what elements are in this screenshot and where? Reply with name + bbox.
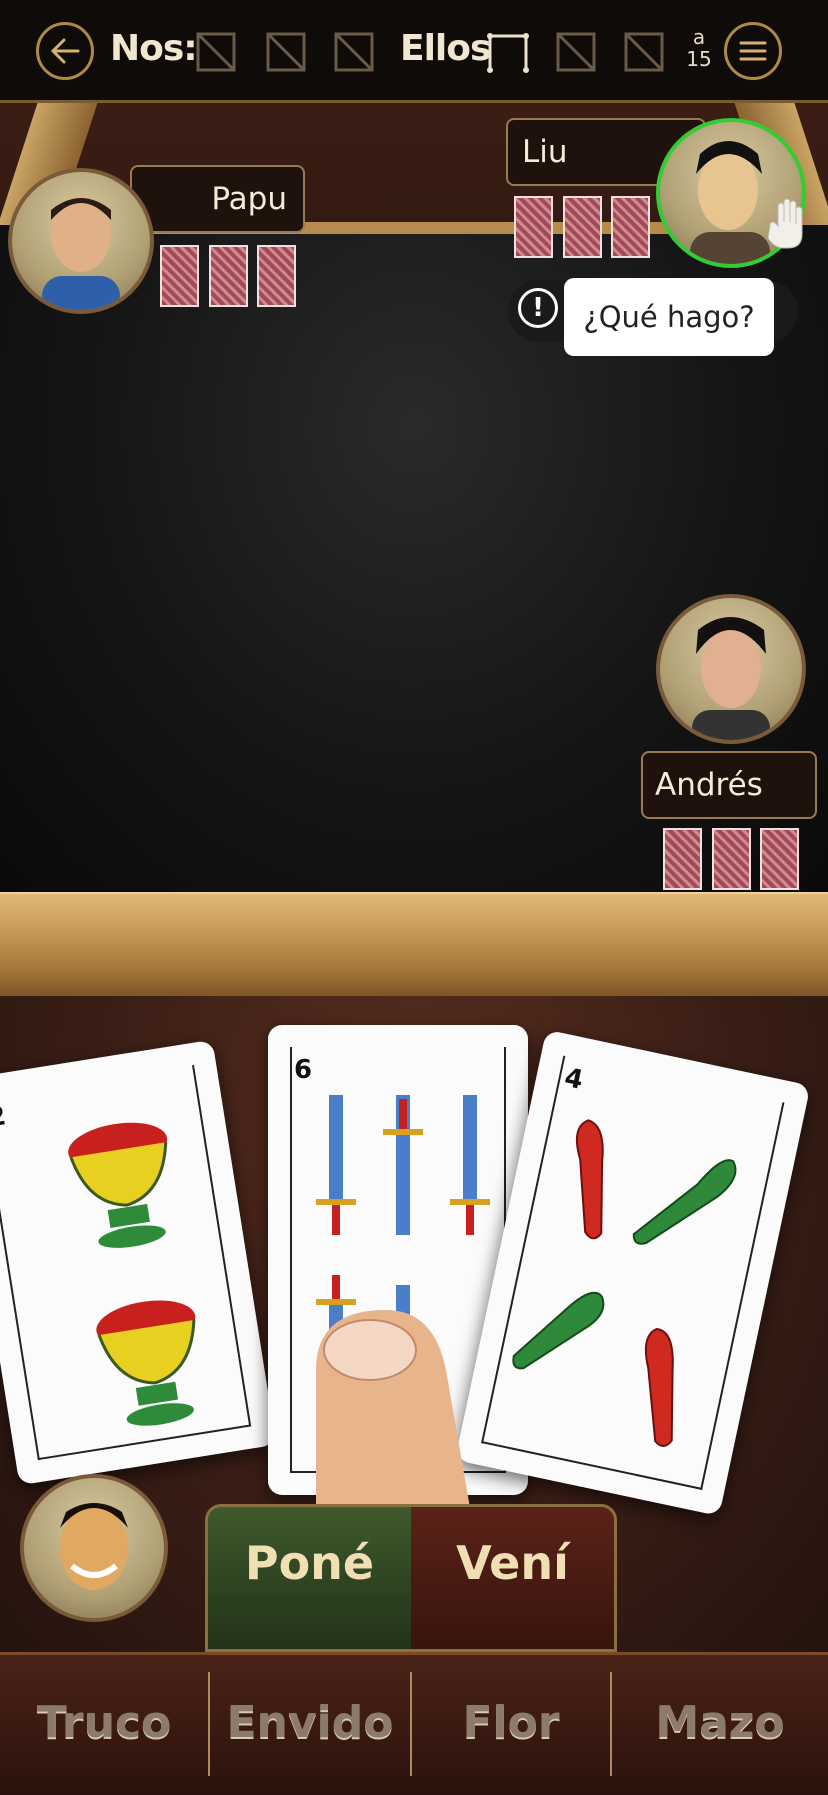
opponent-card-back: [611, 196, 650, 258]
pone-button[interactable]: Poné: [205, 1504, 411, 1652]
player-nameplate-papu: Papu: [130, 165, 305, 233]
player-nameplate-andres: Andrés: [641, 751, 817, 819]
opponent-card-back: [160, 245, 199, 307]
player-portrait-icon: [60, 1503, 128, 1590]
target-score: a 15: [682, 26, 716, 70]
pone-label: Poné: [244, 1536, 375, 1590]
them-label: Ellos: [400, 28, 491, 69]
us-score-tally-3: [334, 32, 374, 72]
target-prefix: a: [692, 25, 706, 49]
envido-label: Envido: [226, 1696, 394, 1748]
player-name-papu: Papu: [211, 181, 287, 217]
alert-icon: !: [518, 288, 558, 328]
opponent-card-back: [563, 196, 602, 258]
opponent-card-back: [712, 828, 751, 890]
veni-label: Vení: [456, 1536, 569, 1590]
mazo-button[interactable]: Mazo: [612, 1652, 828, 1792]
flor-label: Flor: [462, 1696, 560, 1748]
us-label: Nos:: [110, 28, 198, 69]
opponent-card-back: [514, 196, 553, 258]
flor-button[interactable]: Flor: [412, 1652, 610, 1792]
club-suit-icon: [512, 1119, 737, 1447]
speech-bubble: ¿Qué hago?: [564, 278, 774, 356]
target-points: 15: [686, 47, 712, 71]
player-portrait-icon: [692, 617, 770, 740]
avatar-self[interactable]: [20, 1474, 168, 1622]
back-button[interactable]: [36, 22, 94, 80]
player-portrait-icon: [42, 196, 120, 310]
avatar-andres[interactable]: [656, 594, 806, 744]
avatar-papu[interactable]: [8, 168, 154, 314]
opponent-card-back: [257, 245, 296, 307]
us-score-tally-2: [266, 32, 306, 72]
truco-button[interactable]: Truco: [0, 1652, 208, 1792]
opponent-card-back: [663, 828, 702, 890]
opponent-card-back: [209, 245, 248, 307]
menu-button[interactable]: [724, 22, 782, 80]
menu-icon: [739, 41, 767, 61]
opponent-card-back: [760, 828, 799, 890]
player-name-andres: Andrés: [655, 767, 763, 803]
them-score-tally-3: [624, 32, 664, 72]
hand-raise-icon: [767, 198, 803, 249]
truco-label: Truco: [36, 1696, 172, 1748]
veni-button[interactable]: Vení: [411, 1504, 617, 1652]
table-rail-front: [0, 892, 828, 998]
player-name-liu: Liu: [522, 134, 568, 170]
back-arrow-icon: [50, 38, 80, 64]
them-score-tally-2: [556, 32, 596, 72]
card-rank: 6: [294, 1055, 313, 1085]
us-score-tally-1: [196, 32, 236, 72]
mazo-label: Mazo: [655, 1696, 785, 1748]
envido-button[interactable]: Envido: [210, 1652, 410, 1792]
them-score-tally-1: [487, 33, 529, 73]
player-status-text: ¿Qué hago?: [583, 300, 755, 334]
